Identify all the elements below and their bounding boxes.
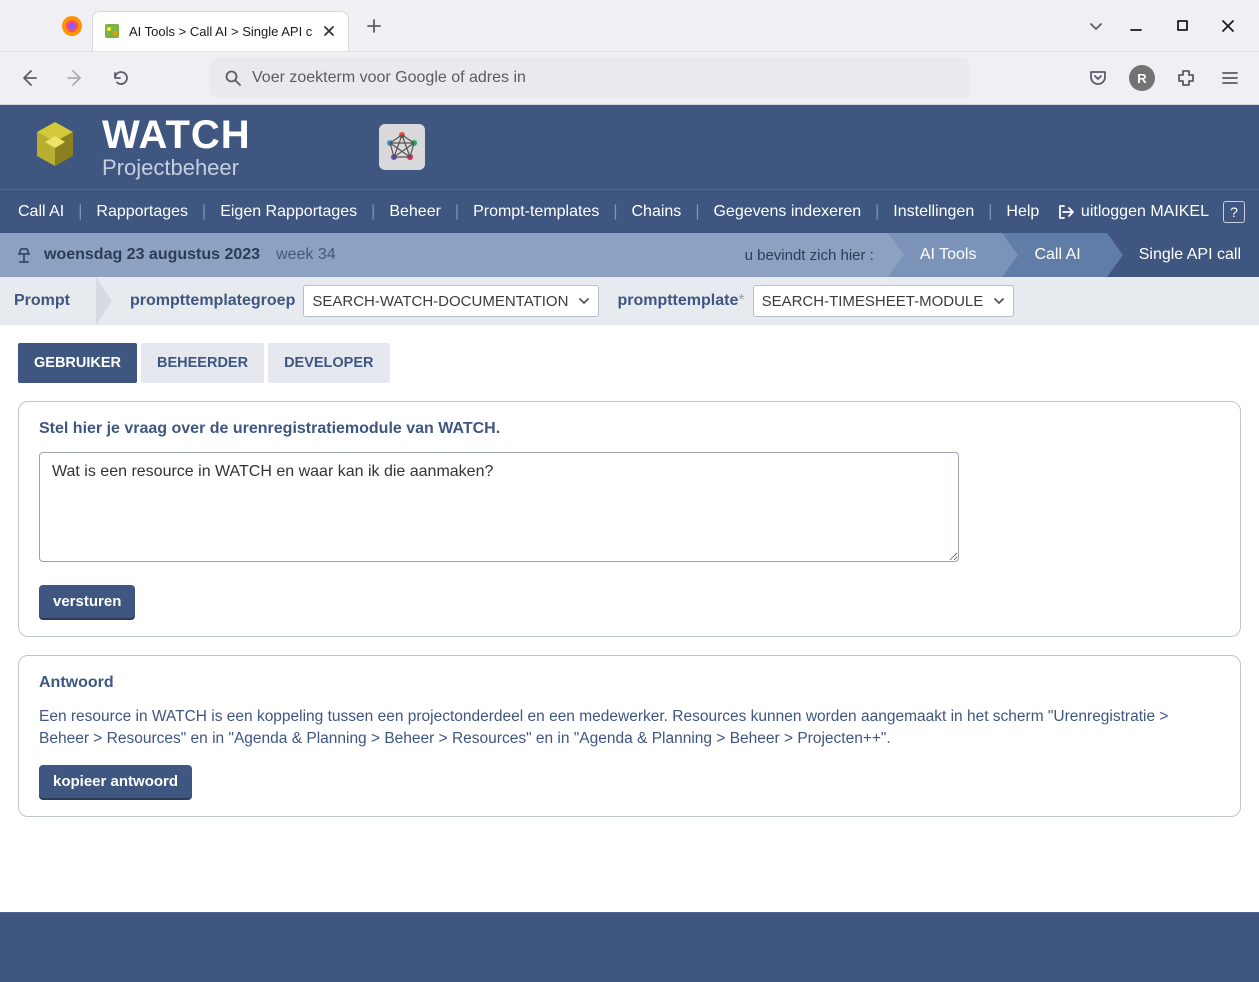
tab-close-icon[interactable] [320,22,338,40]
app-footer [0,912,1259,982]
brand-line1: WATCH [102,115,251,155]
current-week: week 34 [276,246,336,264]
answer-text: Een resource in WATCH is een koppeling t… [39,706,1220,751]
main-nav: Call AI| Rapportages| Eigen Rapportages|… [0,189,1259,233]
question-panel: Stel hier je vraag over de urenregistrat… [18,401,1241,637]
nav-item-help[interactable]: Help [1002,203,1043,221]
tab-title: AI Tools > Call AI > Single API c [129,24,312,39]
reload-button[interactable] [104,61,138,95]
pocket-icon[interactable] [1081,61,1115,95]
browser-chrome: AI Tools > Call AI > Single API c [0,0,1259,105]
maximize-button[interactable] [1159,6,1205,46]
nav-item-eigen-rapportages[interactable]: Eigen Rapportages [216,203,361,221]
chevron-down-icon [578,295,590,307]
minimize-button[interactable] [1113,6,1159,46]
tab-beheerder[interactable]: BEHEERDER [141,343,264,383]
prompt-crumb: Prompt [0,277,96,325]
logout-link[interactable]: uitloggen MAIKEL [1053,203,1213,221]
url-placeholder: Voer zoekterm voor Google of adres in [252,69,526,87]
tab-strip: AI Tools > Call AI > Single API c [0,0,1259,52]
window-controls [1079,6,1251,46]
nav-right: uitloggen MAIKEL ? [1053,201,1245,223]
nav-item-call-ai[interactable]: Call AI [14,203,68,221]
chevron-down-icon [993,295,1005,307]
nav-toolbar: Voer zoekterm voor Google of adres in R [0,52,1259,104]
app-header: WATCH Projectbeheer [0,105,1259,189]
nav-item-chains[interactable]: Chains [628,203,686,221]
menu-icon[interactable] [1213,61,1247,95]
nav-item-gegevens-indexeren[interactable]: Gegevens indexeren [709,203,865,221]
tab-developer[interactable]: DEVELOPER [268,343,389,383]
tab-gebruiker[interactable]: GEBRUIKER [18,343,137,383]
new-tab-button[interactable] [357,9,391,43]
brand-logo[interactable]: WATCH Projectbeheer [18,110,251,184]
forward-button[interactable] [58,61,92,95]
close-window-button[interactable] [1205,6,1251,46]
logout-icon [1057,203,1075,221]
content-area: GEBRUIKER BEHEERDER DEVELOPER Stel hier … [0,325,1259,912]
question-textarea[interactable] [39,452,959,562]
answer-heading: Antwoord [39,674,1220,692]
nav-item-beheer[interactable]: Beheer [385,203,445,221]
pin-icon[interactable] [14,245,34,265]
select-template-group[interactable]: SEARCH-WATCH-DOCUMENTATION [303,285,599,317]
label-template-group: prompttemplategroep [130,292,295,310]
nav-item-rapportages[interactable]: Rapportages [92,203,192,221]
help-square-icon[interactable]: ? [1223,201,1245,223]
toolbar-right-icons: R [1081,61,1247,95]
field-template-group: prompttemplategroep SEARCH-WATCH-DOCUMEN… [130,285,599,317]
account-icon[interactable]: R [1125,61,1159,95]
tabs-dropdown-icon[interactable] [1079,9,1113,43]
select-template-group-value: SEARCH-WATCH-DOCUMENTATION [312,293,568,310]
question-heading: Stel hier je vraag over de urenregistrat… [39,420,1220,438]
brand-text: WATCH Projectbeheer [102,115,251,179]
brand-mark-icon [18,110,92,184]
browser-tab[interactable]: AI Tools > Call AI > Single API c [92,11,349,51]
nav-item-prompt-templates[interactable]: Prompt-templates [469,203,603,221]
select-template-value: SEARCH-TIMESHEET-MODULE [762,293,984,310]
back-button[interactable] [12,61,46,95]
breadcrumb-item-3[interactable]: Single API call [1107,233,1259,277]
label-template: prompttemplate* [617,292,744,310]
filter-bar: Prompt prompttemplategroep SEARCH-WATCH-… [0,277,1259,325]
app-root: WATCH Projectbeheer Call AI| Rapportages… [0,105,1259,982]
send-button[interactable]: versturen [39,585,135,618]
firefox-icon [60,14,84,38]
current-date: woensdag 23 augustus 2023 [44,246,260,264]
search-icon [224,69,242,87]
nav-item-instellingen[interactable]: Instellingen [889,203,978,221]
extensions-icon[interactable] [1169,61,1203,95]
answer-panel: Antwoord Een resource in WATCH is een ko… [18,655,1241,817]
breadcrumb-item-2[interactable]: Call AI [1002,233,1106,277]
role-tabs: GEBRUIKER BEHEERDER DEVELOPER [18,343,1241,383]
tab-favicon-icon [103,22,121,40]
copy-answer-button[interactable]: kopieer antwoord [39,765,192,798]
brand-line2: Projectbeheer [102,157,251,179]
field-template: prompttemplate* SEARCH-TIMESHEET-MODULE [617,285,1014,317]
url-bar[interactable]: Voer zoekterm voor Google of adres in [210,58,970,98]
breadcrumb-label: u bevindt zich hier : [745,247,874,264]
sub-bar: woensdag 23 augustus 2023 week 34 u bevi… [0,233,1259,277]
date-block: woensdag 23 augustus 2023 week 34 [14,245,336,265]
select-template[interactable]: SEARCH-TIMESHEET-MODULE [753,285,1015,317]
network-icon[interactable] [379,124,425,170]
logout-label: uitloggen MAIKEL [1081,203,1209,221]
nav-items: Call AI| Rapportages| Eigen Rapportages|… [14,203,1043,221]
avatar-letter: R [1129,65,1155,91]
breadcrumb: u bevindt zich hier : AI Tools Call AI S… [745,233,1259,277]
breadcrumb-item-1[interactable]: AI Tools [888,233,1003,277]
